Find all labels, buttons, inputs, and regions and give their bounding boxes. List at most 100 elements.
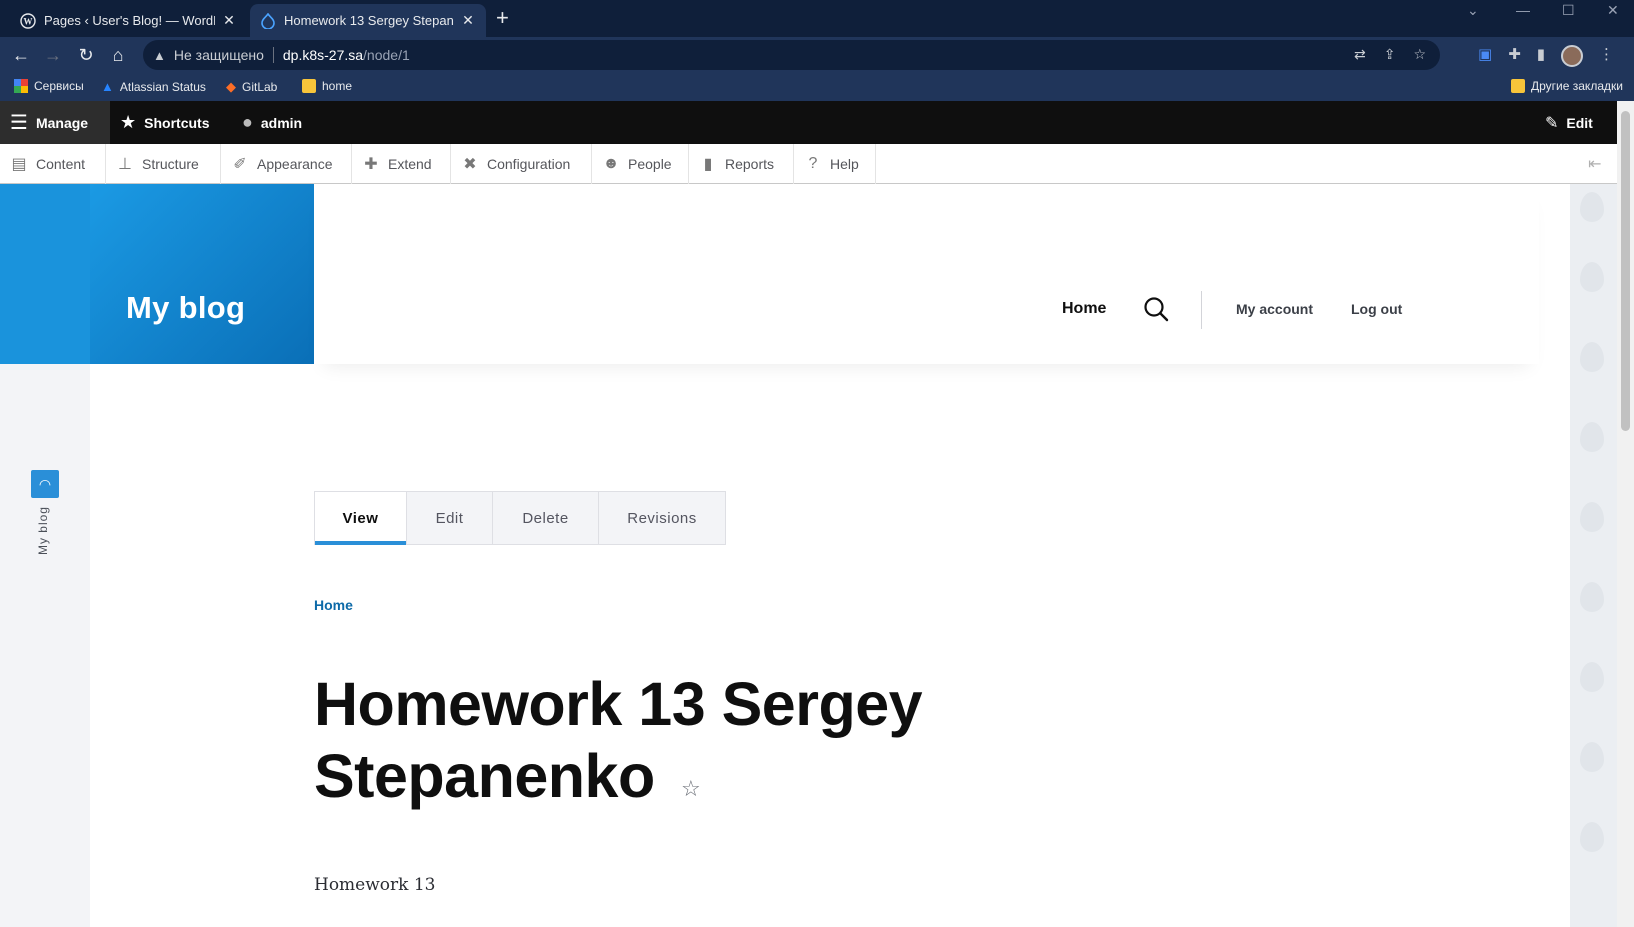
toolbar-edit[interactable]: ✎ Edit xyxy=(1535,101,1603,144)
translate-icon[interactable]: ⇄ xyxy=(1354,46,1366,63)
tab-close-icon[interactable]: ✕ xyxy=(221,12,237,29)
toolbar-user[interactable]: ● admin xyxy=(232,101,312,144)
gitlab-icon: ◆ xyxy=(226,79,236,94)
pencil-icon: ✎ xyxy=(1545,114,1559,132)
droplet-decoration xyxy=(1580,822,1604,852)
branding-edge xyxy=(0,184,90,364)
site-name[interactable]: My blog xyxy=(126,290,245,326)
droplet-decoration xyxy=(1580,262,1604,292)
extend-icon: ✚ xyxy=(364,156,378,173)
rss-icon[interactable]: ◠ xyxy=(31,470,59,498)
tray-reports[interactable]: ▮ Reports xyxy=(689,144,794,184)
toolbar-shortcuts[interactable]: ★ Shortcuts xyxy=(110,101,219,144)
tray-appearance[interactable]: ✐ Appearance xyxy=(221,144,352,184)
tray-label: Help xyxy=(830,156,859,172)
droplet-decoration xyxy=(1580,422,1604,452)
tab-close-icon[interactable]: ✕ xyxy=(460,12,476,29)
tray-label: Structure xyxy=(142,156,199,172)
tray-orientation-toggle-icon[interactable]: ⇤ xyxy=(1588,154,1601,174)
configuration-icon: ✖ xyxy=(463,156,477,173)
bookmark-home[interactable]: home xyxy=(302,79,352,93)
site-header xyxy=(314,184,1539,364)
folder-icon xyxy=(302,79,316,93)
breadcrumb-home[interactable]: Home xyxy=(314,597,353,613)
toolbar-edit-label: Edit xyxy=(1566,114,1593,131)
tray-label: Reports xyxy=(725,156,775,172)
bookmark-atlassian-status[interactable]: ▲ Atlassian Status xyxy=(101,79,206,94)
nav-my-account[interactable]: My account xyxy=(1236,301,1313,317)
tray-configuration[interactable]: ✖ Configuration xyxy=(451,144,592,184)
tab-delete[interactable]: Delete xyxy=(493,492,599,544)
tray-content[interactable]: ▤ Content xyxy=(0,144,106,184)
reload-icon[interactable]: ↻ xyxy=(74,43,98,67)
toolbar-manage-label: Manage xyxy=(35,114,89,131)
admin-toolbar-tray: ▤ Content ⊥ Structure ✐ Appearance ✚ Ext… xyxy=(0,144,1617,184)
droplet-decoration xyxy=(1580,342,1604,372)
search-icon[interactable] xyxy=(1143,296,1169,322)
decorative-pattern xyxy=(1570,184,1617,927)
tab-view[interactable]: View xyxy=(315,492,407,545)
page-title: Homework 13 Sergey Stepanenko xyxy=(314,670,923,810)
toolbar-manage[interactable]: ☰ Manage xyxy=(0,101,110,144)
tab-edit[interactable]: Edit xyxy=(407,492,493,544)
favorite-star-icon[interactable]: ☆ xyxy=(681,776,701,802)
profile-avatar[interactable] xyxy=(1561,45,1584,67)
hamburger-icon: ☰ xyxy=(10,112,28,134)
tab-revisions[interactable]: Revisions xyxy=(599,492,725,544)
droplet-decoration xyxy=(1580,662,1604,692)
page-scrollbar[interactable] xyxy=(1617,101,1634,927)
security-label: Не защищено xyxy=(173,47,264,63)
tray-structure[interactable]: ⊥ Structure xyxy=(106,144,221,184)
tray-extend[interactable]: ✚ Extend xyxy=(352,144,451,184)
bookmark-label: GitLab xyxy=(242,80,278,94)
reports-icon: ▮ xyxy=(703,156,713,173)
site-branding[interactable]: My blog xyxy=(90,184,314,364)
tray-label: Configuration xyxy=(487,156,571,172)
side-panel-icon[interactable]: ▮ xyxy=(1537,45,1545,67)
node-body: Homework 13 xyxy=(314,875,436,895)
svg-text:W: W xyxy=(24,16,33,26)
star-icon: ★ xyxy=(120,112,137,132)
tab-title: Pages ‹ User's Blog! — WordPress xyxy=(44,13,215,28)
browser-toolbar: ← → ↻ ⌂ ▲ Не защищено dp.k8s-27.sa /node… xyxy=(0,37,1634,73)
tab-search-icon[interactable]: ⌄ xyxy=(1467,2,1479,19)
window-close-icon[interactable]: ✕ xyxy=(1607,2,1619,19)
help-icon: ? xyxy=(808,155,818,172)
apps-grid-icon xyxy=(14,79,28,93)
bookmark-star-icon[interactable]: ☆ xyxy=(1413,46,1426,63)
bookmark-services[interactable]: Сервисы xyxy=(14,79,84,93)
local-tasks-tabs: View Edit Delete Revisions xyxy=(314,491,726,545)
toolbar-user-label: admin xyxy=(260,114,303,131)
browser-tab-wordpress[interactable]: W Pages ‹ User's Blog! — WordPress ✕ xyxy=(10,4,247,37)
browser-tab-strip: W Pages ‹ User's Blog! — WordPress ✕ Hom… xyxy=(0,0,1634,37)
bookmark-label: Atlassian Status xyxy=(119,79,206,94)
new-tab-button[interactable]: + xyxy=(496,7,509,29)
browser-tab-drupal[interactable]: Homework 13 Sergey Stepanenko ✕ xyxy=(250,4,486,37)
tray-label: Appearance xyxy=(257,156,333,172)
folder-icon xyxy=(1511,79,1525,93)
nav-home[interactable]: Home xyxy=(1062,300,1106,318)
forward-icon[interactable]: → xyxy=(41,43,65,67)
back-icon[interactable]: ← xyxy=(9,43,33,67)
sidebar-site-name: My blog xyxy=(36,506,50,556)
tray-help[interactable]: ? Help xyxy=(794,144,876,184)
nav-log-out[interactable]: Log out xyxy=(1351,301,1402,317)
bookmark-label: home xyxy=(322,79,353,93)
warning-icon: ▲ xyxy=(153,47,166,63)
extensions-puzzle-icon[interactable]: ✚ xyxy=(1508,45,1521,67)
share-icon[interactable]: ⇪ xyxy=(1384,46,1396,63)
admin-toolbar: ☰ Manage ★ Shortcuts ● admin ✎ Edit xyxy=(0,101,1617,144)
people-icon: ☻ xyxy=(602,155,620,172)
translate-extension-icon[interactable]: ▣ xyxy=(1478,45,1492,67)
home-icon[interactable]: ⌂ xyxy=(106,43,130,67)
scrollbar-thumb[interactable] xyxy=(1621,111,1630,431)
minimize-icon[interactable]: — xyxy=(1516,2,1530,18)
other-bookmarks[interactable]: Другие закладки xyxy=(1511,79,1623,93)
nav-divider xyxy=(1201,291,1202,329)
address-bar[interactable]: ▲ Не защищено dp.k8s-27.sa /node/1 ⇄ ⇪ ☆ xyxy=(143,40,1440,70)
bookmark-gitlab[interactable]: ◆ GitLab xyxy=(226,79,277,95)
tray-people[interactable]: ☻ People xyxy=(592,144,689,184)
user-icon: ● xyxy=(242,112,253,132)
browser-menu-icon[interactable]: ⋮ xyxy=(1599,45,1614,67)
maximize-icon[interactable]: ☐ xyxy=(1562,2,1575,19)
